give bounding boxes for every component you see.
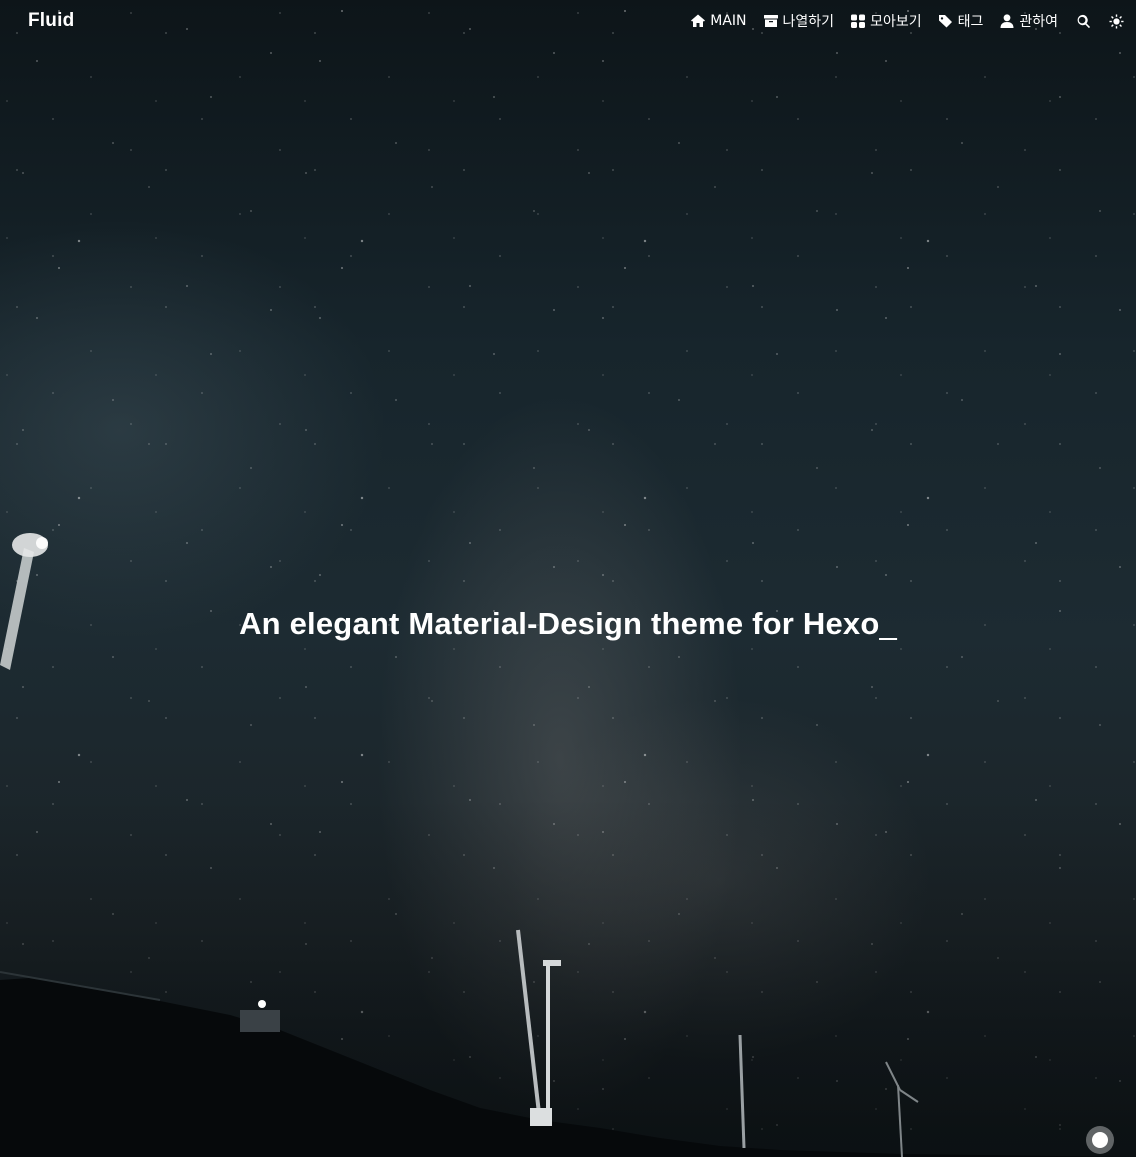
brand-logo[interactable]: Fluid [28, 10, 74, 32]
nav-item-label: 관하여 [1019, 14, 1058, 30]
categories-icon [851, 14, 866, 28]
search-icon [1077, 14, 1091, 28]
subtitle-text: An elegant Material-Design theme for Hex… [239, 606, 880, 641]
nav-item-about[interactable]: 관하여 [999, 11, 1058, 31]
nav-item-label: 태그 [957, 14, 984, 30]
landscape-silhouette [0, 533, 1136, 1157]
nav-item-label: 나열하기 [782, 14, 835, 30]
hero-subtitle: An elegant Material-Design theme for Hex… [0, 606, 1136, 642]
theme-toggle-button[interactable] [1109, 13, 1124, 29]
hero-banner: Fluid MAIN 나열하기 모아보기 태그 관하여 An elegant M… [0, 0, 1136, 1157]
nav-item-label: MAIN [710, 13, 747, 29]
archive-icon [763, 15, 778, 27]
nav-menu: MAIN 나열하기 모아보기 태그 관하여 [674, 11, 1124, 31]
navbar: Fluid MAIN 나열하기 모아보기 태그 관하여 [0, 0, 1136, 42]
typing-cursor: _ [879, 606, 897, 641]
tags-icon [938, 15, 952, 28]
user-icon [1000, 14, 1014, 28]
nav-item-categories[interactable]: 모아보기 [850, 11, 922, 31]
home-icon [691, 14, 706, 27]
sun-icon [1109, 13, 1124, 29]
nav-item-archives[interactable]: 나열하기 [763, 11, 835, 31]
nav-item-label: 모아보기 [870, 14, 922, 30]
nav-item-main[interactable]: MAIN [690, 13, 747, 29]
search-button[interactable] [1076, 14, 1091, 29]
nav-item-tags[interactable]: 태그 [938, 11, 984, 31]
